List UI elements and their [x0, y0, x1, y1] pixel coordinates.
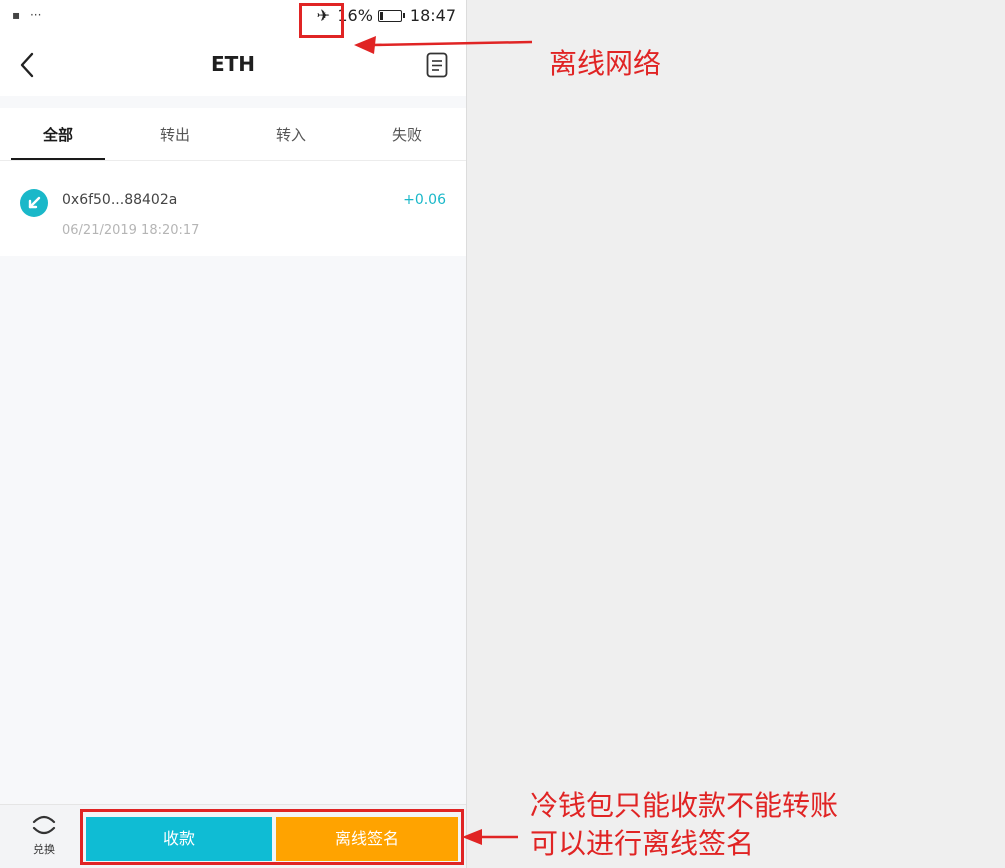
exchange-label: 兑换 [33, 843, 55, 856]
exchange-icon [32, 815, 56, 835]
buttons-highlight-box [80, 809, 464, 865]
incoming-transfer-icon [20, 189, 48, 217]
exchange-button[interactable]: 兑换 [20, 813, 68, 857]
more-notifications-icon: ··· [29, 8, 42, 22]
active-tab-indicator [11, 158, 105, 160]
tab-all[interactable]: 全部 [10, 124, 106, 145]
status-bar: ▪ ··· ✈ 16% 18:47 [0, 0, 466, 34]
buttons-arrow-icon [462, 829, 518, 845]
image-notification-icon: ▪ [12, 8, 21, 22]
tab-outgoing[interactable]: 转出 [127, 124, 223, 145]
transaction-row[interactable]: 0x6f50...88402a +0.06 06/21/2019 18:20:1… [0, 161, 466, 256]
offline-network-note: 离线网络 [549, 47, 662, 80]
phone-screen: ▪ ··· ✈ 16% 18:47 ETH 全部 转出 转入 失败 0x6f50… [0, 0, 467, 868]
transaction-address: 0x6f50...88402a [62, 192, 178, 208]
status-left-icons: ▪ ··· [12, 8, 47, 22]
airplane-highlight-box [299, 3, 344, 38]
battery-icon [377, 9, 405, 22]
cold-wallet-note-line2: 可以进行离线签名 [530, 827, 755, 860]
transaction-amount: +0.06 [403, 192, 446, 208]
cold-wallet-note-line1: 冷钱包只能收款不能转账 [530, 789, 839, 822]
tab-failed[interactable]: 失败 [359, 124, 455, 145]
offline-arrow-icon [354, 36, 533, 54]
transaction-filter-tabs: 全部 转出 转入 失败 [0, 108, 466, 161]
tab-incoming[interactable]: 转入 [243, 124, 339, 145]
transaction-time: 06/21/2019 18:20:17 [62, 223, 200, 238]
clock: 18:47 [409, 6, 456, 25]
